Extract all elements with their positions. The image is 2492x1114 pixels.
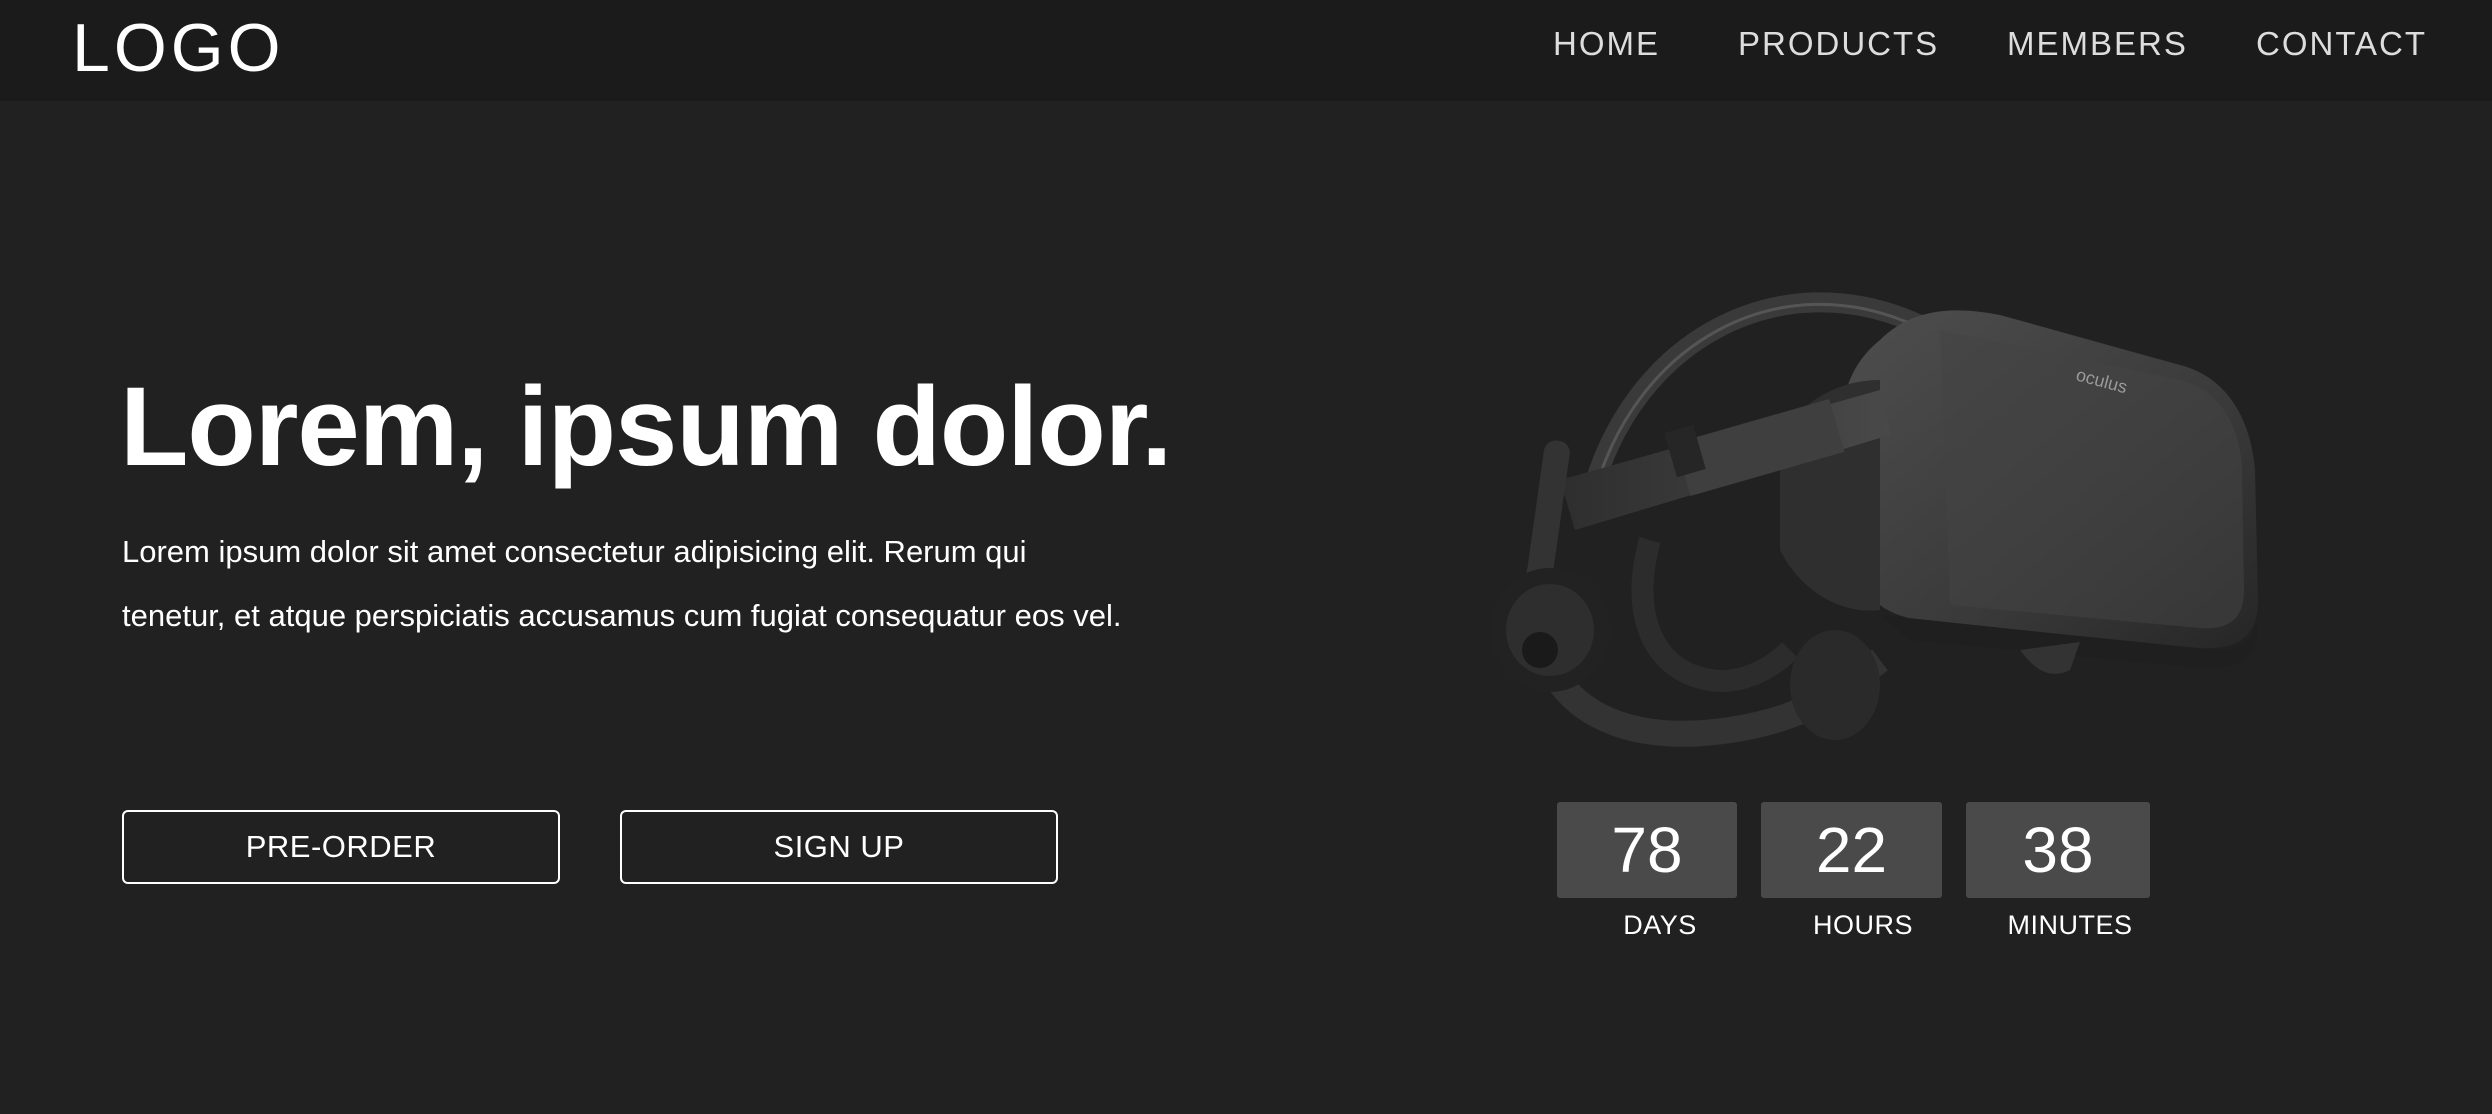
countdown-hours-value: 22 [1761, 802, 1942, 898]
logo[interactable]: LOGO [72, 8, 285, 90]
sign-up-button[interactable]: SIGN UP [620, 810, 1058, 884]
nav-link-products[interactable]: PRODUCTS [1738, 24, 1939, 64]
countdown-minutes-value: 38 [1966, 802, 2150, 898]
pre-order-button[interactable]: PRE-ORDER [122, 810, 560, 884]
nav-link-home[interactable]: HOME [1553, 24, 1660, 64]
countdown-days-value: 78 [1557, 802, 1737, 898]
nav-link-members[interactable]: MEMBERS [2007, 24, 2188, 64]
countdown-hours-label: HOURS [1812, 910, 1913, 940]
vr-headset-icon: oculus [1490, 292, 2258, 747]
hero-description: Lorem ipsum dolor sit amet consectetur a… [122, 534, 1122, 633]
hero-title: Lorem, ipsum dolor. [120, 364, 1172, 489]
countdown-minutes-label: MINUTES [2007, 910, 2133, 940]
navbar: LOGO HOME PRODUCTS MEMBERS CONTACT [0, 0, 2492, 101]
countdown-days-label: DAYS [1623, 910, 1697, 940]
nav-link-contact[interactable]: CONTACT [2256, 24, 2427, 64]
